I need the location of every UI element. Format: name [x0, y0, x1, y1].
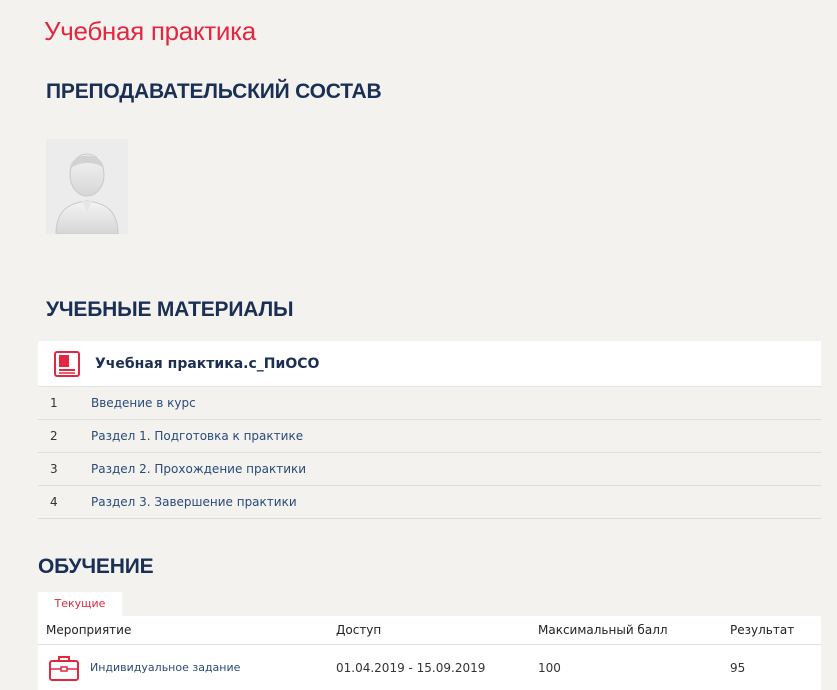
item-link[interactable]: Введение в курс	[91, 396, 196, 410]
table-header: Мероприятие Доступ Максимальный балл Рез…	[38, 616, 821, 645]
book-icon	[54, 350, 80, 377]
item-link[interactable]: Раздел 3. Завершение практики	[91, 495, 297, 509]
column-header-result: Результат	[730, 623, 795, 637]
max-score-cell: 100	[538, 660, 561, 675]
activities-table: Мероприятие Доступ Максимальный балл Рез…	[38, 616, 821, 690]
item-number: 3	[50, 462, 58, 476]
teacher-avatar[interactable]	[46, 139, 128, 234]
list-item[interactable]: 3 Раздел 2. Прохождение практики	[38, 453, 821, 486]
course-name[interactable]: Учебная практика.с_ПиОСО	[95, 356, 319, 372]
course-header[interactable]: Учебная практика.с_ПиОСО	[38, 341, 821, 387]
event-cell: Индивидуальное задание	[38, 654, 336, 682]
page-title: Учебная практика	[44, 16, 256, 46]
result-cell: 95	[730, 660, 746, 675]
list-item[interactable]: 2 Раздел 1. Подготовка к практике	[38, 420, 821, 453]
learning-section-title: ОБУЧЕНИЕ	[38, 555, 154, 578]
briefcase-icon	[49, 655, 79, 681]
column-header-access: Доступ	[336, 623, 382, 637]
teachers-section-title: ПРЕПОДАВАТЕЛЬСКИЙ СОСТАВ	[46, 80, 382, 103]
table-row[interactable]: Индивидуальное задание 01.04.2019 - 15.0…	[38, 645, 821, 690]
item-link[interactable]: Раздел 2. Прохождение практики	[91, 462, 306, 476]
tab-current[interactable]: Текущие	[38, 592, 122, 616]
materials-section-title: УЧЕБНЫЕ МАТЕРИАЛЫ	[46, 298, 294, 321]
list-item[interactable]: 1 Введение в курс	[38, 387, 821, 420]
column-header-event: Мероприятие	[46, 623, 132, 637]
column-header-max: Максимальный балл	[538, 623, 668, 637]
item-number: 1	[50, 396, 58, 410]
access-cell: 01.04.2019 - 15.09.2019	[336, 660, 486, 675]
item-number: 2	[50, 429, 58, 443]
item-number: 4	[50, 495, 58, 509]
event-link[interactable]: Индивидуальное задание	[90, 661, 240, 674]
user-avatar-icon	[55, 153, 119, 234]
item-link[interactable]: Раздел 1. Подготовка к практике	[91, 429, 303, 443]
materials-list: Учебная практика.с_ПиОСО 1 Введение в ку…	[38, 341, 821, 519]
list-item[interactable]: 4 Раздел 3. Завершение практики	[38, 486, 821, 519]
